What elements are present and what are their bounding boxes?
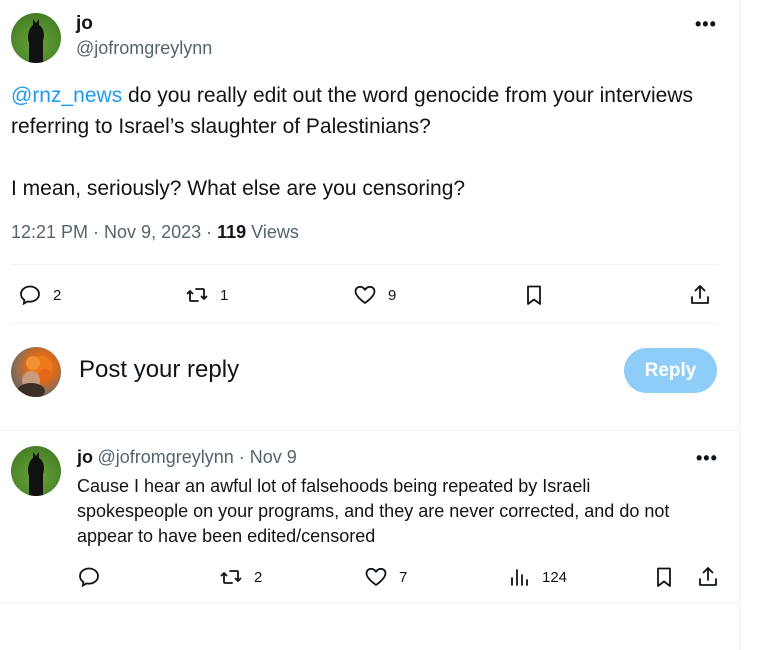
- divider: [11, 323, 718, 324]
- more-dots-icon[interactable]: •••: [695, 14, 717, 35]
- author-name[interactable]: jo: [76, 13, 93, 35]
- mention-link[interactable]: @rnz_news: [11, 84, 122, 107]
- timeline-column: jo @jofromgreylynn ••• @rnz_news do you …: [0, 0, 740, 650]
- reply-like-count: 7: [399, 568, 408, 586]
- heart-icon: [354, 285, 376, 304]
- reply-line-2: spokespeople on your programs, and they …: [77, 501, 670, 521]
- reply-views-action[interactable]: 124: [508, 565, 567, 589]
- divider: [0, 603, 739, 604]
- divider: [11, 264, 718, 265]
- share-action[interactable]: [688, 283, 712, 307]
- reply-like-action[interactable]: 7: [364, 565, 407, 589]
- reply-action[interactable]: 2: [18, 283, 61, 307]
- repost-count: 1: [220, 286, 229, 304]
- tweet-meta: 12:21 PM · Nov 9, 2023 · 119 Views: [11, 222, 299, 243]
- reply-author-name[interactable]: jo: [77, 447, 93, 467]
- share-icon: [691, 285, 709, 304]
- reply-input[interactable]: Post your reply: [79, 356, 239, 384]
- reply-repost-action[interactable]: 2: [219, 565, 262, 589]
- reply-body: Cause I hear an awful lot of falsehoods …: [77, 474, 727, 549]
- author-handle[interactable]: @jofromgreylynn: [76, 38, 212, 59]
- views-label: Views: [246, 222, 299, 242]
- current-user-avatar[interactable]: [11, 347, 61, 397]
- reply-share-action[interactable]: [696, 565, 720, 589]
- reply-views-count: 124: [542, 568, 568, 586]
- tweet-timestamp[interactable]: 12:21 PM · Nov 9, 2023 ·: [11, 222, 217, 242]
- heart-icon: [365, 567, 387, 586]
- more-dots-icon[interactable]: •••: [696, 448, 718, 469]
- reply-date[interactable]: · Nov 9: [234, 447, 297, 467]
- author-avatar[interactable]: [11, 13, 61, 63]
- bookmark-icon: [657, 567, 671, 587]
- like-action[interactable]: 9: [353, 283, 396, 307]
- reply-author-avatar[interactable]: [11, 446, 61, 496]
- flower-avatar-image: [17, 356, 52, 397]
- reply-count: 2: [53, 286, 62, 304]
- tweet-line-2: referring to Israel’s slaughter of Pales…: [11, 115, 431, 138]
- speech-bubble-icon: [20, 285, 40, 306]
- reply-header: jo @jofromgreylynn · Nov 9: [77, 447, 297, 468]
- reply-line-1: Cause I hear an awful lot of falsehoods …: [77, 476, 591, 496]
- tweet-body: @rnz_news do you really edit out the wor…: [11, 80, 731, 204]
- bookmark-icon: [527, 285, 541, 305]
- reply-repost-count: 2: [254, 568, 263, 586]
- tweet-line-3: I mean, seriously? What else are you cen…: [11, 177, 466, 200]
- reply-reply-action[interactable]: [77, 565, 109, 589]
- divider: [0, 430, 739, 431]
- repost-arrows-icon: [220, 570, 242, 584]
- repost-action[interactable]: 1: [185, 283, 228, 307]
- reply-line-3: appear to have been edited/censored: [77, 526, 376, 546]
- alpaca-avatar-image: [28, 452, 44, 496]
- tweet-line-1: @rnz_news do you really edit out the wor…: [11, 84, 693, 107]
- reply-button[interactable]: Reply: [624, 348, 717, 393]
- like-count: 9: [388, 286, 397, 304]
- reply-author-handle[interactable]: @jofromgreylynn: [97, 447, 233, 467]
- repost-arrows-icon: [186, 288, 208, 302]
- views-count: 119: [217, 222, 247, 242]
- reply-bookmark-action[interactable]: [652, 565, 676, 589]
- bookmark-action[interactable]: [522, 283, 546, 307]
- alpaca-avatar-image: [28, 19, 44, 63]
- speech-bubble-icon: [79, 567, 99, 588]
- share-icon: [699, 567, 717, 586]
- bar-chart-icon: [511, 569, 528, 586]
